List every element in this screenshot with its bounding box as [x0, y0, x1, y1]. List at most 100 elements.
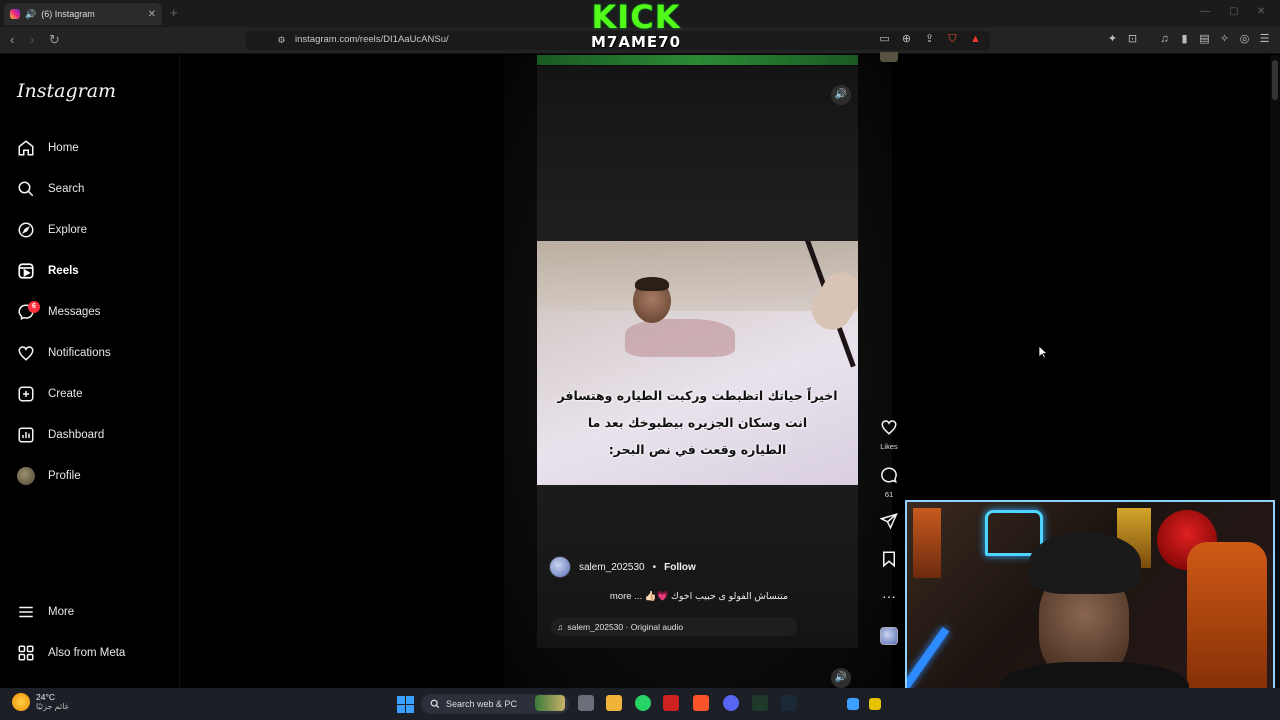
reload-icon[interactable]: ↻	[49, 32, 60, 48]
sidebar-item-search[interactable]: Search	[16, 177, 84, 201]
share-icon[interactable]: ⇪	[923, 33, 936, 46]
menu-icon[interactable]: ☰	[1258, 33, 1271, 46]
caption-line: الطياره وقعت في نص البحر:	[608, 442, 787, 457]
start-button[interactable]	[397, 696, 414, 713]
wallet-icon[interactable]: ▤	[1198, 33, 1211, 46]
menu-lines-icon	[16, 602, 36, 622]
sidebar-item-label: Dashboard	[48, 429, 105, 441]
next-reel-volume-icon[interactable]: 🔊	[831, 668, 851, 688]
volume-icon[interactable]: 🔊	[831, 85, 851, 105]
windows-logo-pane	[406, 696, 414, 704]
tab-title: (6) Instagram	[41, 9, 95, 19]
vpn-icon[interactable]: ◎	[1238, 33, 1251, 46]
sidebar-item-label: Messages	[48, 306, 101, 318]
brave-shield-icon[interactable]: ⛉	[946, 33, 959, 46]
sidebar-item-label: Explore	[48, 224, 87, 236]
browser-tab-instagram[interactable]: 🔊 (6) Instagram ✕	[4, 3, 162, 25]
tray-app-icon[interactable]	[847, 698, 859, 710]
search-highlight-icon[interactable]	[535, 695, 565, 711]
sidebar-item-label: Search	[48, 183, 85, 195]
sidebar-item-label: Profile	[48, 470, 81, 482]
share-button[interactable]	[876, 512, 902, 535]
like-button[interactable]: Likes	[876, 418, 902, 451]
streamer-name: M7AME70	[590, 33, 682, 51]
discord-icon[interactable]	[723, 695, 739, 711]
heart-icon	[881, 420, 897, 435]
tray-app-2-icon[interactable]	[869, 698, 881, 710]
comments-count: 61	[884, 490, 894, 499]
temperature: 24°C	[36, 692, 55, 702]
close-window-icon[interactable]: ✕	[1257, 6, 1265, 17]
mouse-cursor-icon	[1038, 345, 1048, 359]
forward-icon[interactable]: ›	[30, 32, 34, 47]
sidebar-item-profile[interactable]: Profile	[16, 464, 81, 488]
search-icon	[430, 699, 440, 709]
sidebar-item-label: Reels	[48, 265, 79, 277]
steam-icon[interactable]	[781, 695, 797, 711]
previous-reel-edge	[537, 55, 858, 65]
sidebar-item-explore[interactable]: Explore	[16, 218, 87, 242]
follow-button[interactable]: Follow	[664, 562, 696, 573]
sidebar-item-home[interactable]: Home	[16, 136, 79, 160]
webcam-led-light	[907, 626, 950, 698]
zoom-icon[interactable]: ⊕	[900, 33, 913, 46]
sidebar-item-label: Notifications	[48, 347, 111, 359]
brave-browser-icon[interactable]	[693, 695, 709, 711]
kick-stream-overlay: KICK M7AME70	[585, 0, 687, 58]
profile-avatar-wrap	[16, 466, 36, 486]
messages-badge: 6	[28, 301, 40, 313]
comment-button[interactable]: 61	[876, 466, 902, 499]
avatar	[17, 467, 35, 485]
instagram-favicon-icon	[10, 9, 20, 19]
extensions-icon[interactable]: ✦	[1106, 33, 1119, 46]
file-explorer-icon[interactable]	[606, 695, 622, 711]
reel-description[interactable]: متنساش الفولو ى حبيب اخوك 💗👍🏻 ... more	[549, 591, 849, 602]
kick-app-icon[interactable]	[752, 695, 768, 711]
windows-logo-pane	[397, 705, 405, 713]
weather-text: غائم جزئيًا	[36, 702, 69, 711]
whatsapp-icon[interactable]	[635, 695, 651, 711]
media-icon[interactable]: ♫	[1158, 33, 1171, 46]
instagram-logo[interactable]: Instagram	[17, 80, 116, 102]
sidebar-item-create[interactable]: Create	[16, 382, 83, 406]
sidebar-item-dashboard[interactable]: Dashboard	[16, 423, 104, 447]
plus-square-icon	[16, 384, 36, 404]
author-avatar[interactable]	[549, 556, 571, 578]
sidebar-item-notifications[interactable]: Notifications	[16, 341, 111, 365]
scrollbar-thumb[interactable]	[1272, 60, 1278, 100]
audio-thumbnail[interactable]	[880, 627, 898, 645]
author-username[interactable]: salem_202530	[579, 562, 645, 573]
task-view-icon[interactable]	[578, 695, 594, 711]
close-tab-icon[interactable]: ✕	[148, 9, 156, 20]
compass-icon	[16, 220, 36, 240]
sidebar-item-reels[interactable]: Reels	[16, 259, 79, 283]
save-button[interactable]	[876, 550, 902, 573]
caption-line: انت وسكان الجزيره بيطبوخك بعد ما	[587, 415, 808, 430]
reader-icon[interactable]: ▭	[878, 33, 891, 46]
capture-app-icon[interactable]	[663, 695, 679, 711]
taskbar-search-placeholder: Search web & PC	[446, 699, 518, 709]
screenshot-icon[interactable]: ⊡	[1126, 33, 1139, 46]
maximize-icon[interactable]: ▢	[1229, 6, 1238, 17]
minimize-icon[interactable]: —	[1200, 6, 1210, 17]
webcam-poster	[913, 508, 941, 578]
site-info-icon[interactable]: ⚙	[275, 34, 288, 47]
home-icon	[16, 138, 36, 158]
sidebar-more[interactable]: More	[16, 600, 74, 624]
back-icon[interactable]: ‹	[10, 32, 14, 47]
send-icon	[879, 513, 898, 530]
webcam-chair	[1187, 542, 1267, 712]
sidebar-toggle-icon[interactable]: ▮	[1178, 33, 1191, 46]
more-options-icon[interactable]: ···	[876, 588, 902, 604]
speaker-icon[interactable]: 🔊	[25, 9, 36, 20]
leo-ai-icon[interactable]: ✧	[1218, 33, 1231, 46]
likes-label: Likes	[880, 442, 898, 451]
reel-audio[interactable]: ♫ salem_202530 · Original audio	[551, 617, 797, 636]
audio-label: salem_202530 · Original audio	[567, 621, 684, 632]
weather-widget[interactable]: 24°C غائم جزئيًا	[12, 692, 69, 711]
brave-rewards-icon[interactable]: ▲	[969, 33, 982, 46]
sidebar-also-from-meta[interactable]: Also from Meta	[16, 641, 125, 665]
url-text[interactable]: instagram.com/reels/DI1AaUcANSu/	[295, 34, 449, 45]
sidebar-meta-label: Also from Meta	[48, 647, 126, 659]
new-tab-icon[interactable]: +	[170, 5, 178, 20]
